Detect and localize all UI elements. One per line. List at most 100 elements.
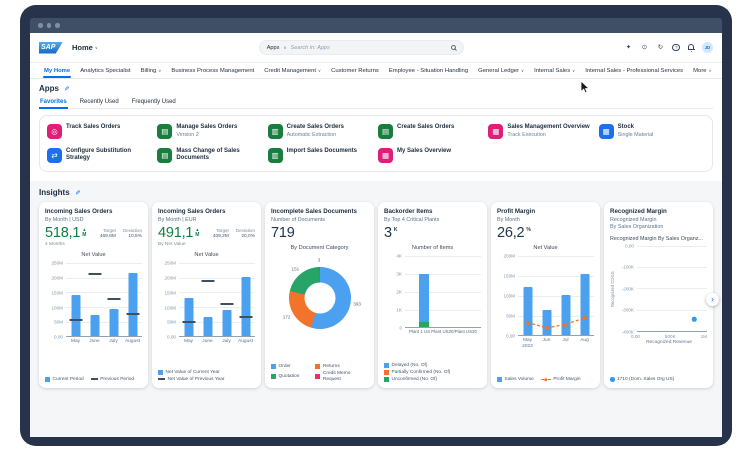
slice-value-label: 172 [282,314,291,320]
search-input[interactable]: Search in: Apps [291,45,447,51]
insight-card-0-incoming-sales-orders[interactable]: Incoming Sales Orders By Month | USD 518,1… [39,202,148,388]
kpi-value: 518,1 [45,224,81,241]
home-menu[interactable]: Home ∨ [72,43,98,52]
x-tick-label: August [125,339,140,345]
legend-label: Sales Volume [504,376,534,382]
nav-tab-business-process-management[interactable]: Business Process Management [166,63,259,78]
nav-tab-billing[interactable]: Billing ∨ [136,63,167,78]
insights-header: Insights ✎ [39,188,713,197]
nav-tab-internal-sales-professional-services[interactable]: Internal Sales - Professional Services [580,63,688,78]
search-bar[interactable]: Apps ∨ Search in: Apps [258,40,464,55]
app-tile-sales-management-overview[interactable]: ▦ Sales Management Overview Track Executio… [488,124,594,139]
legend-label: Order [278,363,291,369]
app-tile-track-sales-orders[interactable]: ◎ Track Sales Orders [47,124,153,139]
y-tick-label: 150M [164,290,177,296]
bar-august [241,277,250,337]
apps-tab-favorites[interactable]: Favorites [39,97,68,109]
app-tile-my-sales-overview[interactable]: ▦ My Sales Overview [378,148,484,163]
apps-tab-recently-used[interactable]: Recently Used [79,97,120,108]
y-tick-label: 0,00 [54,334,63,340]
legend-item: Profit Margin [540,377,581,382]
insight-card-3-backorder-items[interactable]: Backorder Items By Top 4 Critical Plants 3… [378,202,487,388]
y-tick-label: 50M [54,319,63,325]
insight-card-1-incoming-sales-orders[interactable]: Incoming Sales Orders By Month | EUR 491,1… [152,202,261,388]
edit-apps-icon[interactable]: ✎ [64,85,69,93]
y-tick-label: 50M [167,319,176,325]
y-tick-label: 100M [503,293,516,299]
x-tick-label: June [89,339,100,345]
insight-card-2-incomplete-sales-documents[interactable]: Incomplete Sales Documents Number of Docu… [265,202,374,388]
x-tick-label: May [70,339,81,345]
kpi-row: 491,1 ▲ M Target 409,2M Deviation 20,0% [158,226,255,241]
window-control[interactable] [46,23,51,28]
kpi-row: 518,1 ▲ M Target 469,8M Deviation 10,5% [45,226,142,241]
support-icon[interactable]: ⊙ [640,44,648,52]
kpi-unit: % [526,226,531,233]
app-tile-title: Mass Change of Sales Documents [176,148,240,162]
stack-segment [419,274,429,322]
app-tile-manage-sales-orders[interactable]: ▤ Manage Sales Orders Version 2 [157,124,263,139]
avatar[interactable]: JD [701,42,713,53]
legend-swatch [315,374,321,380]
app-tile-title: Stock [617,124,634,130]
app-tile-stock[interactable]: ▦ Stock Single Material [598,124,705,139]
kpi-value: 719 [271,224,295,241]
nav-tab-employee-situation-handling[interactable]: Employee - Situation Handling [384,63,473,78]
app-tile-create-sales-orders[interactable]: ▥ Create Sales Orders Automatic Extraction [267,124,374,139]
app-tile-mass-change-of-sales-documents[interactable]: ▤ Mass Change of Sales Documents [157,148,263,163]
legend-swatch [384,370,389,376]
app-tile-import-sales-documents[interactable]: ▥ Import Sales Documents [267,148,374,163]
app-tile-title: Import Sales Documents [286,148,358,154]
y-tick-label: 250M [51,260,64,266]
insight-card-4-profit-margin[interactable]: Profit Margin By Month 26,2% Net Value 200M 1… [491,202,600,388]
app-tile-create-sales-orders[interactable]: ▤ Create Sales Orders [378,124,484,139]
card-footnote: 4 Months [45,242,65,248]
insight-card-5-recognized-margin[interactable]: Recognized Margin Recognized Margin By Sal… [604,202,713,388]
nav-tab-credit-management[interactable]: Credit Management ∨ [259,63,326,78]
y-tick-label: -100K [621,264,634,270]
chart-title: Net Value [194,252,219,259]
notifications-icon[interactable] [687,43,695,52]
kpi-value: 491,1 [158,224,194,241]
legend-label: Returns [322,363,340,369]
previous-period-mark [239,316,252,319]
apps-tab-frequently-used[interactable]: Frequently Used [131,97,177,108]
window-control[interactable] [55,23,60,28]
sap-logo[interactable]: SAP [39,41,63,54]
profit-margin-line [527,317,585,329]
app-tile-configure-substitution-strategy[interactable]: ⇄ Configure Substitution Strategy [47,148,153,163]
edit-insights-icon[interactable]: ✎ [75,189,80,197]
legend-item: Returns [315,364,368,369]
nav-tab-customer-returns[interactable]: Customer Returns [326,63,384,78]
nav-tab-internal-sales[interactable]: Internal Sales ∨ [529,63,580,78]
legend-swatch [497,376,502,382]
app-tile-title: Create Sales Orders [286,124,345,130]
more-menu[interactable]: More ∨ [688,63,717,78]
y-tick-label: 0,00 [506,333,515,339]
legend-label: Previous Period [100,376,135,382]
legend-item: Order [271,364,311,369]
legend-item: Partially Confirmed (No. Of) [384,370,481,376]
y-tick-label: 0,00 [625,243,634,249]
nav-tab-my-home[interactable]: My Home [39,63,75,78]
card-title: Incoming Sales Orders [45,208,113,215]
legend-item: Net Value of Current Year [158,370,255,376]
help-icon[interactable]: ? [672,43,680,52]
activities-icon[interactable]: ↻ [656,44,664,52]
more-label: More [693,67,707,74]
app-tile-title: Configure Substitution Strategy [66,148,131,162]
nav-tab-general-ledger[interactable]: General Ledger ∨ [473,63,529,78]
stock-icon: ▦ [598,124,614,139]
previous-period-mark [126,312,139,315]
chevron-down-icon: ∨ [283,45,287,50]
search-icon[interactable] [450,45,456,50]
nav-tab-analytics-specialist[interactable]: Analytics Specialist [75,63,135,78]
card-subtitle: By Month [497,216,520,223]
kpi-value: 26,2 [497,224,525,241]
assistant-icon[interactable]: ✦ [624,44,632,52]
carousel-next-button[interactable]: › [706,293,719,306]
app-tile-title: Manage Sales Orders [176,124,238,130]
search-scope-select[interactable]: Apps [267,45,280,51]
window-control[interactable] [38,23,43,28]
legend-swatch [271,363,276,369]
